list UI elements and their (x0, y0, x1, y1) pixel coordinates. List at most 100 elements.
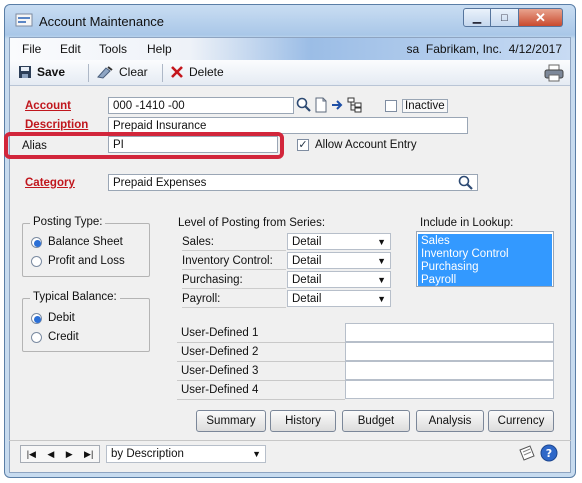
typical-balance-credit-label: Credit (48, 331, 79, 343)
minimize-icon: ▁ (472, 12, 482, 24)
print-button[interactable] (544, 64, 564, 85)
printer-icon (544, 64, 564, 82)
posting-type-balance-sheet-label: Balance Sheet (48, 236, 123, 248)
allow-account-entry-checkbox[interactable]: ✓ (297, 139, 309, 151)
sort-by-value: by Description (111, 448, 184, 460)
typical-balance-title: Typical Balance: (30, 291, 120, 303)
user-id: sa (406, 42, 420, 56)
posting-inventory-dropdown[interactable]: Detail ▼ (287, 252, 391, 269)
menu-edit[interactable]: Edit (60, 42, 81, 56)
user-company-date: sa Fabrikam, Inc. 4/12/2017 (407, 42, 562, 56)
lookup-item-payroll[interactable]: Payroll (421, 274, 509, 287)
new-document-icon (315, 97, 327, 113)
description-label: Description (25, 119, 89, 131)
window-app-icon (15, 13, 33, 27)
account-next-button[interactable] (331, 98, 345, 115)
account-structure-button[interactable] (347, 97, 363, 116)
help-icon: ? (540, 444, 558, 462)
arrow-right-icon (332, 100, 343, 110)
dropdown-arrow-icon: ▼ (377, 275, 386, 285)
user-defined-3-label: User-Defined 3 (177, 362, 345, 381)
account-number-field[interactable]: 000 -1410 -00 (108, 97, 294, 114)
currency-button[interactable]: Currency (488, 410, 554, 432)
posting-type-title: Posting Type: (30, 216, 106, 228)
category-field[interactable]: Prepaid Expenses (108, 174, 478, 191)
clear-button[interactable]: Clear (96, 65, 148, 79)
typical-balance-group (22, 298, 150, 352)
include-in-lookup-list[interactable]: Sales Inventory Control Purchasing Payro… (416, 231, 554, 287)
lookup-item-sales[interactable]: Sales (421, 235, 509, 248)
posting-purchasing-dropdown[interactable]: Detail ▼ (287, 271, 391, 288)
title-bar[interactable]: Account Maintenance ▁ □ ✕ (5, 5, 575, 37)
menu-tools[interactable]: Tools (99, 42, 127, 56)
previous-record-icon[interactable]: ◀ (47, 449, 54, 460)
toolbar-separator (88, 64, 89, 82)
note-button[interactable] (518, 444, 536, 465)
user-defined-4-field[interactable] (345, 380, 554, 399)
category-lookup-button[interactable] (458, 175, 474, 194)
user-defined-4-label: User-Defined 4 (177, 381, 345, 400)
lookup-icon (296, 97, 311, 112)
toolbar-separator (162, 64, 163, 82)
minimize-button[interactable]: ▁ (463, 8, 491, 27)
dropdown-arrow-icon: ▼ (377, 237, 386, 247)
next-record-icon[interactable]: ▶ (66, 449, 73, 460)
posting-payroll-value: Detail (292, 293, 322, 305)
posting-type-balance-sheet-radio[interactable] (31, 237, 42, 248)
posting-sales-label: Sales: (182, 236, 286, 251)
dropdown-arrow-icon: ▼ (377, 294, 386, 304)
lookup-icon (458, 175, 473, 190)
budget-button[interactable]: Budget (342, 410, 410, 432)
maximize-icon: □ (501, 11, 508, 24)
account-new-button[interactable] (314, 97, 328, 116)
user-date: 4/12/2017 (508, 42, 562, 56)
help-button[interactable]: ? (540, 444, 558, 465)
inactive-label: Inactive (402, 99, 448, 113)
svg-text:?: ? (546, 447, 552, 460)
posting-purchasing-value: Detail (292, 274, 322, 286)
lookup-item-inventory[interactable]: Inventory Control (421, 248, 509, 261)
typical-balance-credit-radio[interactable] (31, 332, 42, 343)
delete-icon (171, 66, 183, 78)
include-in-lookup-title: Include in Lookup: (420, 217, 514, 229)
posting-type-profit-loss-radio[interactable] (31, 256, 42, 267)
alias-highlight-box (4, 132, 284, 159)
posting-payroll-dropdown[interactable]: Detail ▼ (287, 290, 391, 307)
save-label: Save (37, 65, 66, 79)
posting-purchasing-label: Purchasing: (182, 274, 286, 289)
last-record-icon[interactable]: ▶| (84, 449, 93, 460)
posting-sales-dropdown[interactable]: Detail ▼ (287, 233, 391, 250)
user-defined-3-field[interactable] (345, 361, 554, 380)
account-lookup-button[interactable] (296, 97, 312, 116)
user-defined-2-field[interactable] (345, 342, 554, 361)
posting-type-group (22, 223, 150, 277)
typical-balance-debit-radio[interactable] (31, 313, 42, 324)
allow-account-entry-label: Allow Account Entry (315, 139, 417, 151)
user-defined-1-field[interactable] (345, 323, 554, 342)
save-button[interactable]: Save (18, 65, 65, 79)
posting-inventory-label: Inventory Control: (182, 255, 286, 270)
dropdown-arrow-icon: ▼ (377, 256, 386, 266)
toolbar: Save Clear Delete (10, 60, 570, 86)
delete-label: Delete (189, 65, 224, 79)
analysis-button[interactable]: Analysis (416, 410, 484, 432)
sort-by-dropdown[interactable]: by Description ▼ (106, 445, 266, 463)
hierarchy-icon (347, 97, 362, 113)
history-button[interactable]: History (270, 410, 336, 432)
summary-button[interactable]: Summary (196, 410, 266, 432)
lookup-items: Sales Inventory Control Purchasing Payro… (421, 235, 509, 287)
clear-label: Clear (119, 65, 148, 79)
delete-button[interactable]: Delete (170, 65, 224, 79)
posting-inventory-value: Detail (292, 255, 322, 267)
dropdown-arrow-icon: ▼ (252, 449, 261, 459)
close-button[interactable]: ✕ (519, 8, 563, 27)
lookup-item-purchasing[interactable]: Purchasing (421, 261, 509, 274)
first-record-icon[interactable]: |◀ (27, 449, 36, 460)
inactive-checkbox[interactable] (385, 100, 397, 112)
user-defined-2-label: User-Defined 2 (177, 343, 345, 362)
menu-file[interactable]: File (22, 42, 41, 56)
menu-help[interactable]: Help (147, 42, 172, 56)
maximize-button[interactable]: □ (491, 8, 519, 27)
account-label: Account (25, 100, 71, 112)
clear-icon (97, 66, 113, 79)
